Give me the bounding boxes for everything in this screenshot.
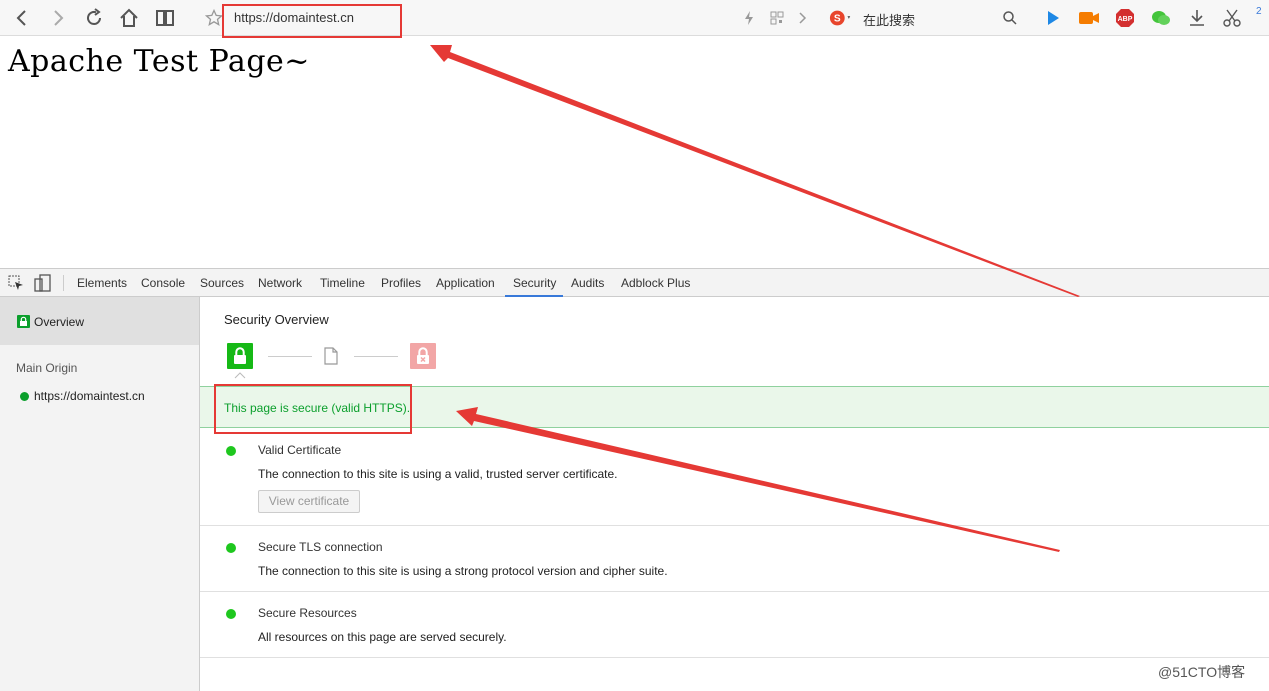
camera-icon xyxy=(1079,12,1099,24)
neutral-page-icon xyxy=(324,347,338,365)
speed-mode-button[interactable] xyxy=(737,6,761,30)
back-icon xyxy=(16,10,26,26)
security-item-description: All resources on this page are served se… xyxy=(258,630,507,644)
qr-code-icon xyxy=(770,11,784,25)
screenshot-button[interactable] xyxy=(1220,6,1244,30)
security-main-panel: Security Overview This page is secure (v… xyxy=(200,297,1269,691)
toolbar-divider xyxy=(63,275,64,291)
download-icon xyxy=(1190,10,1204,26)
watermark: @51CTO博客 xyxy=(1158,664,1246,680)
security-item-description: The connection to this site is using a s… xyxy=(258,564,668,578)
search-button[interactable] xyxy=(998,6,1022,30)
selected-state-pointer xyxy=(234,371,246,379)
sidebar-item-origin[interactable]: https://domaintest.cn xyxy=(0,385,199,409)
sidebar-item-label: Overview xyxy=(34,315,85,329)
back-button[interactable] xyxy=(10,6,34,30)
tab-elements[interactable]: Elements xyxy=(77,276,127,290)
device-icon xyxy=(34,274,51,292)
security-item-title: Secure TLS connection xyxy=(258,540,383,554)
cursor-select-icon xyxy=(8,275,23,290)
search-icon xyxy=(1003,11,1017,25)
adblock-extension[interactable]: ABP xyxy=(1113,6,1137,30)
state-connector xyxy=(268,356,312,357)
scissors-icon xyxy=(1223,9,1241,27)
wechat-extension[interactable] xyxy=(1149,6,1173,30)
security-item-tls: Secure TLS connection The connection to … xyxy=(200,526,1269,592)
security-overview-title: Security Overview xyxy=(224,312,329,327)
reading-mode-button[interactable] xyxy=(153,6,177,30)
secure-status-dot xyxy=(20,392,29,401)
reload-icon xyxy=(87,8,101,25)
tab-security[interactable]: Security xyxy=(513,276,556,290)
security-item-certificate: Valid Certificate The connection to this… xyxy=(200,428,1269,526)
star-icon xyxy=(205,9,223,26)
secure-lock-icon xyxy=(227,343,253,369)
security-item-title: Valid Certificate xyxy=(258,443,342,457)
search-engine-label[interactable]: 在此搜索 xyxy=(863,10,915,29)
summary-highlight-box xyxy=(214,384,412,434)
sogou-logo-icon: S xyxy=(829,10,851,26)
tab-profiles[interactable]: Profiles xyxy=(381,276,421,290)
search-engine-selector[interactable]: S xyxy=(829,6,853,30)
security-sidebar: Overview Main Origin https://domaintest.… xyxy=(0,297,200,691)
browser-toolbar: https://domaintest.cn S 在此搜索 ABP 2 xyxy=(0,0,1269,38)
more-chevron-button[interactable] xyxy=(790,6,814,30)
forward-button[interactable] xyxy=(46,6,70,30)
page-heading: Apache Test Page~ xyxy=(8,44,310,79)
annotation-arrow-url xyxy=(430,45,1080,297)
sidebar-item-overview[interactable]: Overview xyxy=(0,297,199,345)
forward-icon xyxy=(54,10,64,26)
device-mode-button[interactable] xyxy=(34,274,52,292)
tab-network[interactable]: Network xyxy=(258,276,302,290)
wechat-icon xyxy=(1152,11,1170,25)
view-certificate-button[interactable]: View certificate xyxy=(258,490,360,513)
lock-icon xyxy=(17,315,30,328)
url-highlight-box xyxy=(222,4,402,38)
video-player-extension[interactable] xyxy=(1041,6,1065,30)
tab-sources[interactable]: Sources xyxy=(200,276,244,290)
secure-status-dot xyxy=(226,609,236,619)
security-item-description: The connection to this site is using a v… xyxy=(258,467,618,481)
origin-url-label: https://domaintest.cn xyxy=(34,389,145,403)
book-icon xyxy=(156,10,174,26)
qr-code-button[interactable] xyxy=(765,6,789,30)
video-record-extension[interactable] xyxy=(1077,6,1101,30)
download-button[interactable] xyxy=(1185,6,1209,30)
secure-status-dot xyxy=(226,543,236,553)
lightning-icon xyxy=(745,11,753,25)
svg-text:S: S xyxy=(834,14,841,25)
devtools-panel: Elements Console Sources Network Timelin… xyxy=(0,268,1269,691)
play-icon xyxy=(1048,11,1059,25)
security-item-resources: Secure Resources All resources on this p… xyxy=(200,592,1269,658)
abp-icon: ABP xyxy=(1116,9,1134,27)
tab-audits[interactable]: Audits xyxy=(571,276,604,290)
tab-adblock-plus[interactable]: Adblock Plus xyxy=(621,276,690,290)
state-connector xyxy=(354,356,398,357)
main-origin-heading: Main Origin xyxy=(16,361,78,375)
home-icon xyxy=(120,8,138,27)
chevron-right-icon xyxy=(799,12,807,24)
reload-button[interactable] xyxy=(82,6,106,30)
svg-text:ABP: ABP xyxy=(1118,16,1133,23)
devtools-tab-bar: Elements Console Sources Network Timelin… xyxy=(0,269,1269,297)
tab-timeline[interactable]: Timeline xyxy=(320,276,365,290)
tab-application[interactable]: Application xyxy=(436,276,495,290)
secure-status-dot xyxy=(226,446,236,456)
tab-console[interactable]: Console xyxy=(141,276,185,290)
insecure-lock-icon xyxy=(410,343,436,369)
inspect-element-button[interactable] xyxy=(8,275,24,291)
home-button[interactable] xyxy=(117,6,141,30)
tab-counter[interactable]: 2 xyxy=(1256,6,1262,17)
security-item-title: Secure Resources xyxy=(258,606,357,620)
